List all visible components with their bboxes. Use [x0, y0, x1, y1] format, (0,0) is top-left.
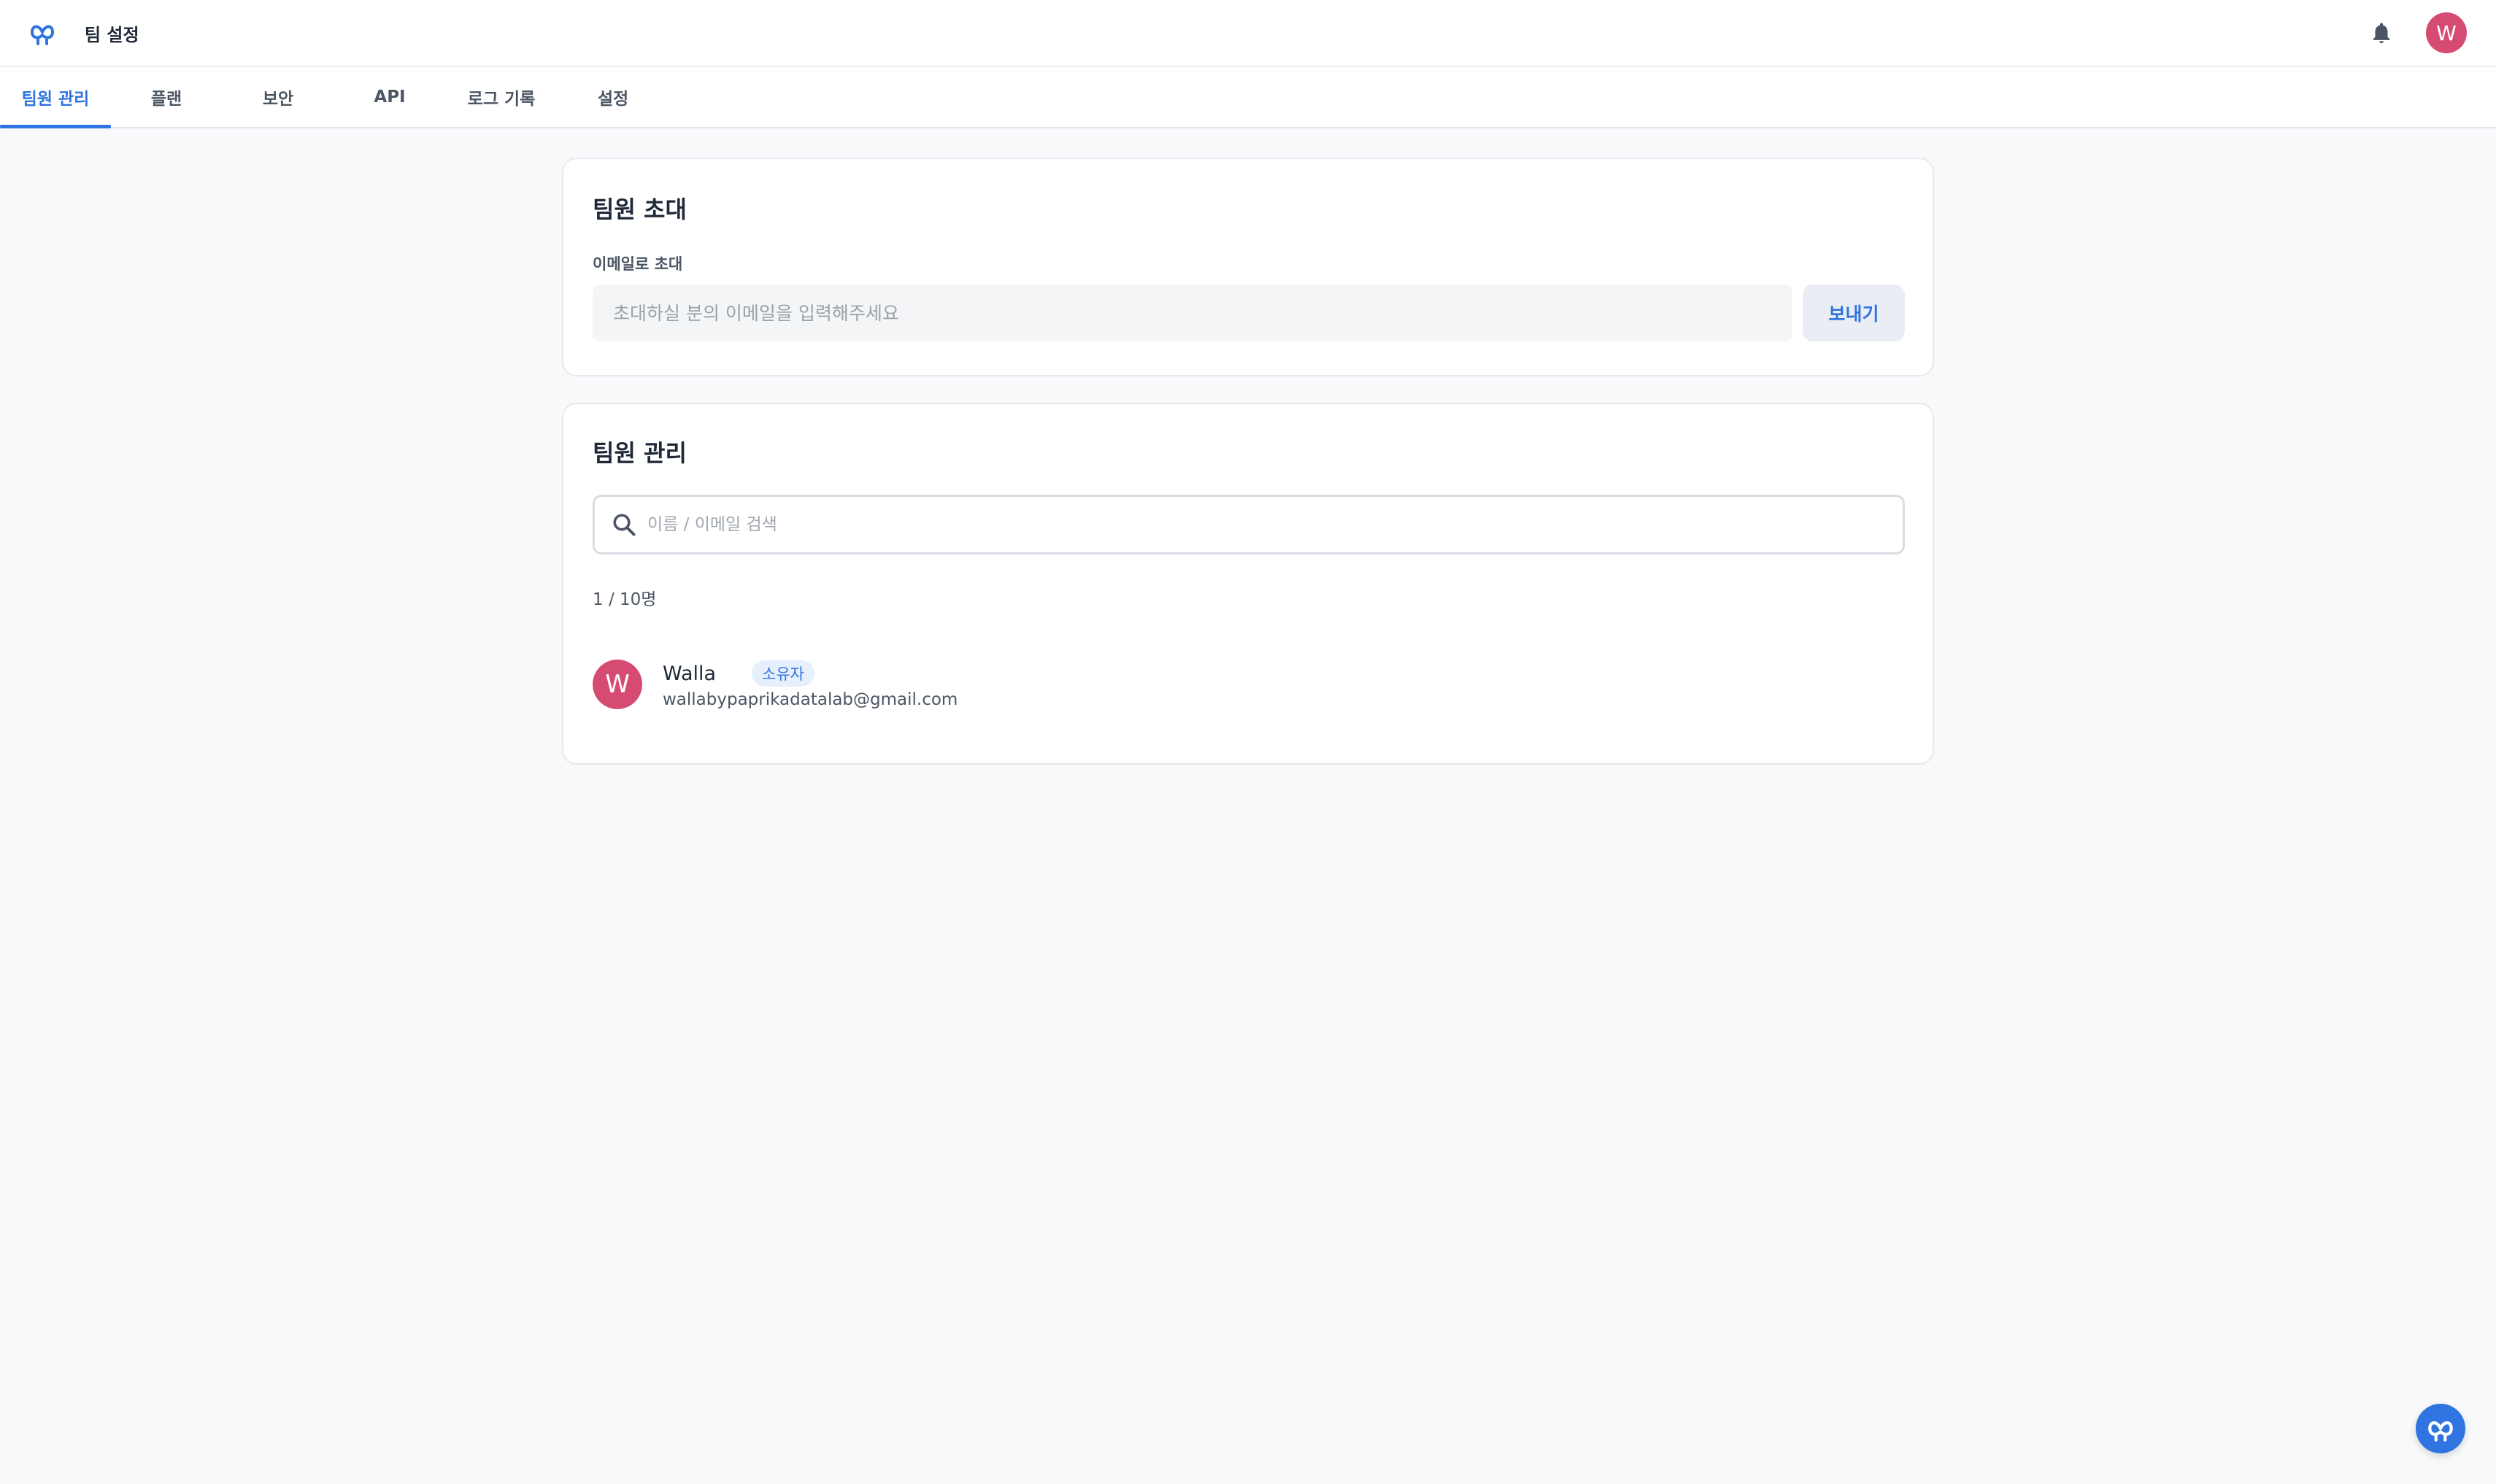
settings-tabs: 팀원 관리 플랜 보안 API 로그 기록 설정: [0, 67, 2496, 128]
invite-email-input[interactable]: [593, 285, 1792, 341]
search-icon: [613, 514, 636, 536]
members-card-title: 팀원 관리: [593, 439, 687, 467]
member-email: wallabypaprikadatalab@gmail.com: [663, 690, 958, 709]
page-title: 팀 설정: [85, 25, 139, 45]
infinity-logo-icon: [2428, 1421, 2453, 1442]
user-avatar[interactable]: W: [2426, 12, 2467, 53]
invite-card: 팀원 초대 이메일로 초대 보내기: [562, 158, 1934, 376]
member-name: Walla: [663, 662, 717, 685]
infinity-logo-icon[interactable]: [28, 18, 57, 47]
member-row[interactable]: W Walla 소유자 wallabypaprikadatalab@gmail.…: [593, 657, 1905, 712]
member-avatar: W: [593, 660, 642, 709]
invite-field-label: 이메일로 초대: [593, 255, 683, 273]
tab-settings[interactable]: 설정: [558, 67, 669, 127]
tab-plan[interactable]: 플랜: [111, 67, 222, 127]
tab-team-members[interactable]: 팀원 관리: [0, 67, 111, 128]
role-badge: 소유자: [752, 660, 814, 687]
member-count: 1 / 10명: [593, 590, 657, 609]
send-invite-button[interactable]: 보내기: [1803, 285, 1905, 341]
top-bar: 팀 설정 W: [0, 0, 2496, 67]
invite-card-title: 팀원 초대: [593, 196, 687, 223]
help-chat-button[interactable]: [2416, 1404, 2465, 1453]
members-card: 팀원 관리 1 / 10명 W Walla 소유자 wallabypaprika…: [562, 403, 1934, 765]
tab-logs[interactable]: 로그 기록: [446, 67, 557, 127]
tab-api[interactable]: API: [334, 67, 445, 127]
tab-security[interactable]: 보안: [223, 67, 334, 127]
bell-icon[interactable]: [2369, 20, 2394, 45]
member-search-box[interactable]: [593, 495, 1905, 554]
member-search-input[interactable]: [647, 497, 1888, 552]
